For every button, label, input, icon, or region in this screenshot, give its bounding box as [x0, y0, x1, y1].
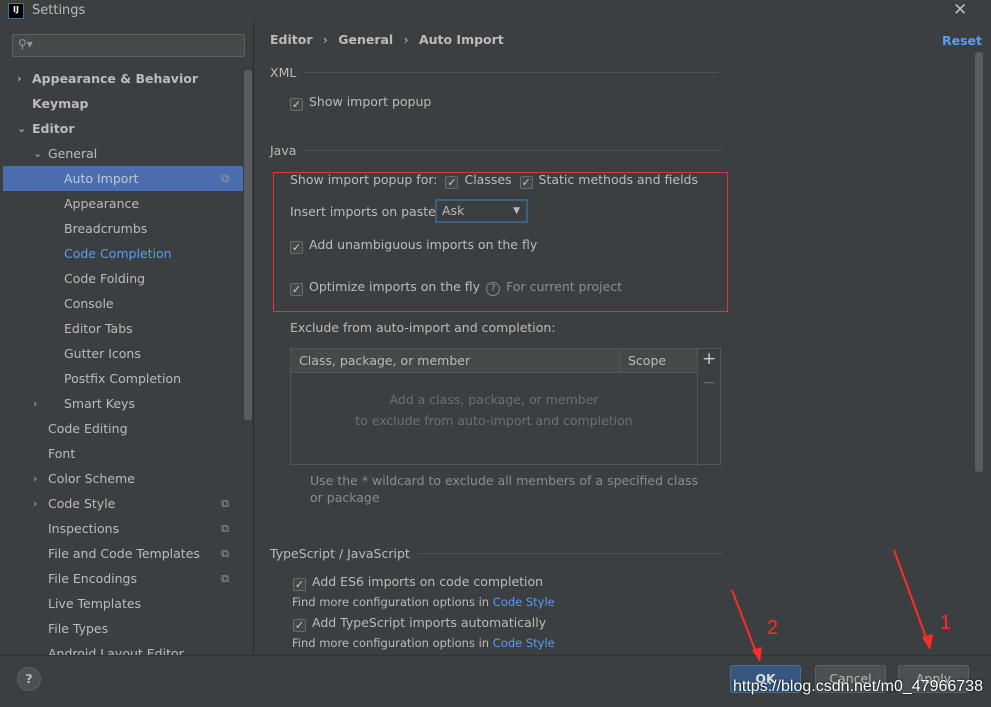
arrow-to-ok: [731, 589, 758, 656]
watermark: https://blog.csdn.net/m0_47966738: [733, 678, 983, 695]
arrowhead: [752, 647, 762, 662]
annotation-number-1: 1: [940, 612, 952, 634]
arrowhead: [922, 634, 933, 650]
annotation-arrows: [731, 549, 933, 662]
arrow-to-apply: [893, 549, 929, 644]
annotation-number-2: 2: [767, 617, 779, 639]
